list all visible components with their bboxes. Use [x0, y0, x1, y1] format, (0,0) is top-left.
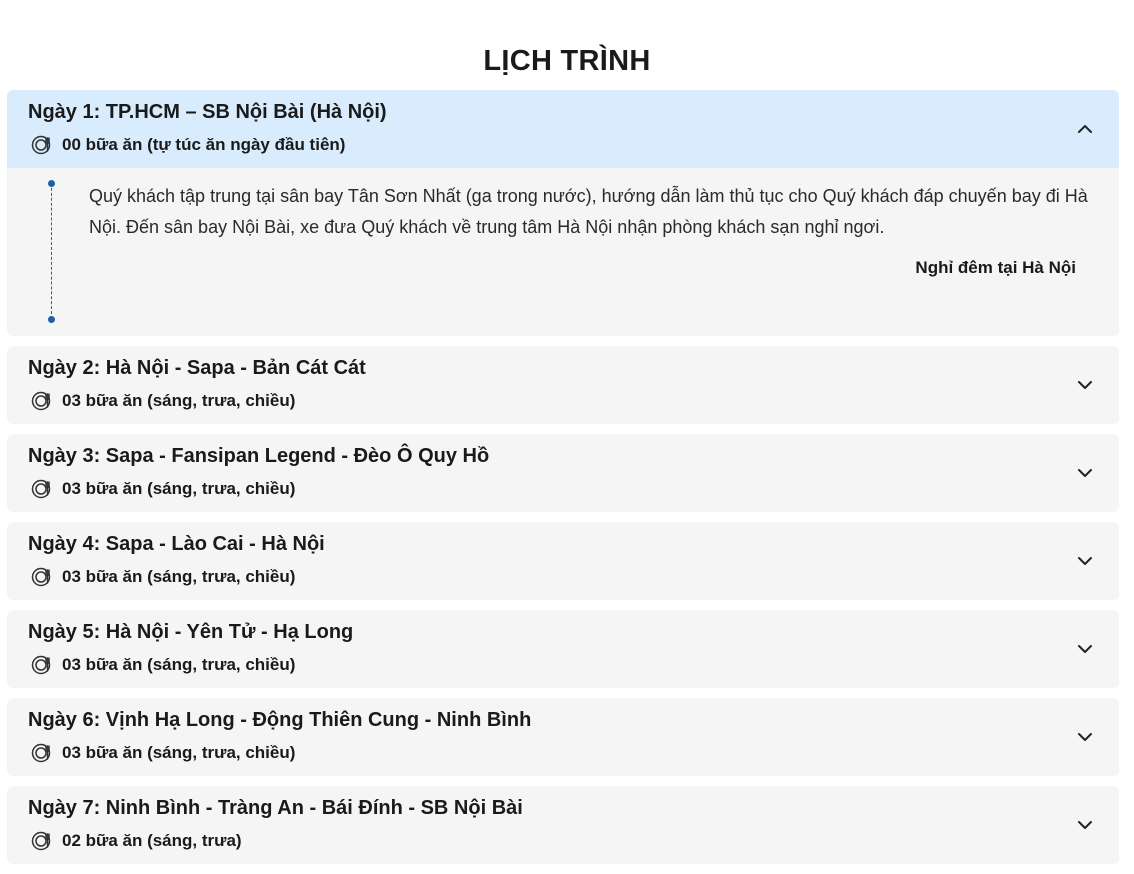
chevron-down-icon[interactable] — [1076, 376, 1094, 394]
chevron-down-icon[interactable] — [1076, 464, 1094, 482]
meal-info: 03 bữa ăn (sáng, trưa, chiều) — [31, 566, 295, 588]
day-item-6: Ngày 6: Vịnh Hạ Long - Động Thiên Cung -… — [7, 698, 1119, 776]
meal-icon — [31, 478, 53, 500]
day-title: Ngày 7: Ninh Bình - Tràng An - Bái Đính … — [28, 797, 523, 819]
day-header-2[interactable]: Ngày 2: Hà Nội - Sapa - Bản Cát Cát 03 b… — [7, 346, 1119, 424]
meal-info: 02 bữa ăn (sáng, trưa) — [31, 830, 242, 852]
page-title: LỊCH TRÌNH — [483, 45, 651, 78]
chevron-down-icon[interactable] — [1076, 640, 1094, 658]
day-body-1: Quý khách tập trung tại sân bay Tân Sơn … — [7, 168, 1119, 336]
day-header-5[interactable]: Ngày 5: Hà Nội - Yên Tử - Hạ Long 03 bữa… — [7, 610, 1119, 688]
day-item-5: Ngày 5: Hà Nội - Yên Tử - Hạ Long 03 bữa… — [7, 610, 1119, 688]
day-item-2: Ngày 2: Hà Nội - Sapa - Bản Cát Cát 03 b… — [7, 346, 1119, 424]
day-header-3[interactable]: Ngày 3: Sapa - Fansipan Legend - Đèo Ô Q… — [7, 434, 1119, 512]
meal-info: 03 bữa ăn (sáng, trưa, chiều) — [31, 654, 295, 676]
day-item-3: Ngày 3: Sapa - Fansipan Legend - Đèo Ô Q… — [7, 434, 1119, 512]
meal-text: 03 bữa ăn (sáng, trưa, chiều) — [62, 391, 296, 410]
chevron-down-icon[interactable] — [1076, 816, 1094, 834]
meal-text: 03 bữa ăn (sáng, trưa, chiều) — [62, 655, 296, 674]
day-item-4: Ngày 4: Sapa - Lào Cai - Hà Nội 03 bữa ă… — [7, 522, 1119, 600]
day-header-6[interactable]: Ngày 6: Vịnh Hạ Long - Động Thiên Cung -… — [7, 698, 1119, 776]
timeline-line — [51, 183, 52, 319]
overnight-note: Nghỉ đêm tại Hà Nội — [915, 258, 1076, 277]
meal-icon — [31, 830, 53, 852]
day-title: Ngày 3: Sapa - Fansipan Legend - Đèo Ô Q… — [28, 445, 490, 467]
meal-info: 03 bữa ăn (sáng, trưa, chiều) — [31, 390, 295, 412]
meal-text: 03 bữa ăn (sáng, trưa, chiều) — [62, 743, 296, 762]
itinerary-accordion: Ngày 1: TP.HCM – SB Nội Bài (Hà Nội) 00 … — [7, 90, 1119, 874]
day-description: Quý khách tập trung tại sân bay Tân Sơn … — [89, 186, 1088, 237]
meal-info: 00 bữa ăn (tự túc ăn ngày đầu tiên) — [31, 134, 345, 156]
meal-text: 03 bữa ăn (sáng, trưa, chiều) — [62, 479, 296, 498]
meal-text: 02 bữa ăn (sáng, trưa) — [62, 831, 242, 850]
meal-icon — [31, 134, 53, 156]
day-header-7[interactable]: Ngày 7: Ninh Bình - Tràng An - Bái Đính … — [7, 786, 1119, 864]
meal-icon — [31, 654, 53, 676]
day-title: Ngày 4: Sapa - Lào Cai - Hà Nội — [28, 533, 325, 555]
meal-icon — [31, 742, 53, 764]
day-header-1[interactable]: Ngày 1: TP.HCM – SB Nội Bài (Hà Nội) 00 … — [7, 90, 1119, 168]
meal-info: 03 bữa ăn (sáng, trưa, chiều) — [31, 742, 295, 764]
chevron-down-icon[interactable] — [1076, 552, 1094, 570]
timeline-dot-start — [48, 180, 55, 187]
meal-info: 03 bữa ăn (sáng, trưa, chiều) — [31, 478, 295, 500]
meal-icon — [31, 566, 53, 588]
meal-text: 03 bữa ăn (sáng, trưa, chiều) — [62, 567, 296, 586]
day-title: Ngày 2: Hà Nội - Sapa - Bản Cát Cát — [28, 357, 366, 379]
day-title: Ngày 6: Vịnh Hạ Long - Động Thiên Cung -… — [28, 709, 532, 731]
day-header-4[interactable]: Ngày 4: Sapa - Lào Cai - Hà Nội 03 bữa ă… — [7, 522, 1119, 600]
chevron-down-icon[interactable] — [1076, 728, 1094, 746]
timeline-dot-end — [48, 316, 55, 323]
day-item-7: Ngày 7: Ninh Bình - Tràng An - Bái Đính … — [7, 786, 1119, 864]
day-title: Ngày 1: TP.HCM – SB Nội Bài (Hà Nội) — [28, 101, 387, 123]
meal-icon — [31, 390, 53, 412]
day-item-1: Ngày 1: TP.HCM – SB Nội Bài (Hà Nội) 00 … — [7, 90, 1119, 336]
meal-text: 00 bữa ăn (tự túc ăn ngày đầu tiên) — [62, 135, 346, 154]
chevron-up-icon[interactable] — [1076, 120, 1094, 138]
day-title: Ngày 5: Hà Nội - Yên Tử - Hạ Long — [28, 621, 354, 643]
